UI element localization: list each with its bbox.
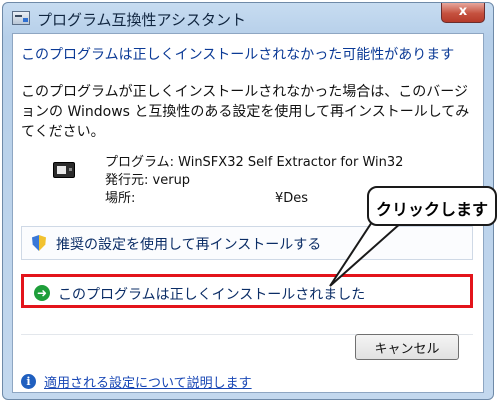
title-bar: プログラム互換性アシスタント x xyxy=(3,3,493,33)
location-value: ¥Des xyxy=(275,191,309,206)
location-label: 場所: xyxy=(105,191,136,206)
cancel-button[interactable]: キャンセル xyxy=(355,334,459,360)
dialog-heading: このプログラムは正しくインストールされなかった可能性があります xyxy=(21,47,455,63)
shield-icon xyxy=(32,235,48,251)
reinstall-recommended-option[interactable]: 推奨の設定を使用して再インストールする xyxy=(21,226,473,260)
footer-help: i 適用される設定について説明します xyxy=(21,372,252,391)
program-details: プログラム: WinSFX32 Self Extractor for Win32… xyxy=(105,154,403,208)
dialog-message: このプログラムが正しくインストールされなかった場合は、このバージョンの Wind… xyxy=(21,84,470,140)
installed-correctly-label: このプログラムは正しくインストールされました xyxy=(58,287,366,303)
program-name-label: プログラム: xyxy=(105,155,174,170)
installed-correctly-option[interactable]: ➜ このプログラムは正しくインストールされました xyxy=(21,274,473,308)
reinstall-option-label: 推奨の設定を使用して再インストールする xyxy=(56,237,322,253)
app-window-icon xyxy=(12,11,30,25)
green-arrow-icon: ➜ xyxy=(34,285,50,301)
callout-text: クリックします xyxy=(375,200,488,219)
program-name-value: WinSFX32 Self Extractor for Win32 xyxy=(178,155,404,170)
instruction-callout: クリックします xyxy=(367,186,497,226)
window-title: プログラム互換性アシスタント xyxy=(37,11,246,29)
publisher-label: 発行元: xyxy=(105,173,149,188)
info-icon: i xyxy=(21,373,36,389)
settings-help-link[interactable]: 適用される設定について説明します xyxy=(44,372,252,391)
close-button[interactable]: x xyxy=(441,3,485,23)
publisher-value: verup xyxy=(152,173,191,188)
program-icon xyxy=(53,162,75,178)
